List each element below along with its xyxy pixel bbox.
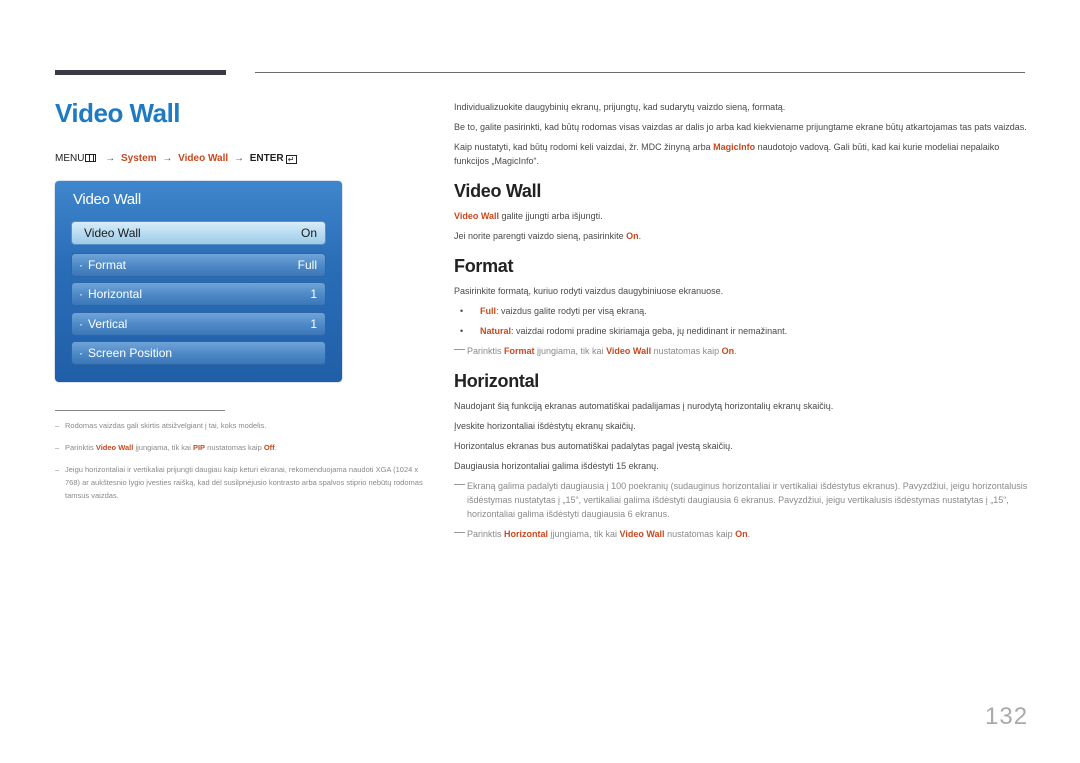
osd-item-label: Format <box>88 258 127 272</box>
osd-menu-panel: Video Wall Video Wall On · Format Full · H… <box>55 181 342 382</box>
paragraph: Jei norite parengti vaizdo sieną, pasiri… <box>454 231 642 241</box>
list-item: • Full: vaizdus galite rodyti per visą e… <box>460 306 647 316</box>
osd-title: Video Wall <box>73 191 141 208</box>
paragraph: Įveskite horizontaliai išdėstytų ekranų … <box>454 421 636 431</box>
menu-icon <box>85 154 97 162</box>
osd-item-value: On <box>300 226 317 240</box>
note: Parinktis Format įjungiama, tik kai Vide… <box>454 344 1029 358</box>
list-item: • Natural: vaizdai rodomi pradine skiria… <box>460 326 788 336</box>
header-rule-thin <box>255 72 1025 73</box>
main-content: Individualizuokite daugybinių ekranų, pr… <box>454 100 1029 547</box>
osd-item-value: 1 <box>310 317 317 331</box>
note-dash-icon <box>454 479 467 521</box>
bullet-icon: • <box>460 326 464 336</box>
section-heading-video-wall: Video Wall <box>454 181 542 201</box>
osd-item-value: Full <box>297 258 317 272</box>
arrow-icon: → <box>162 153 173 164</box>
section-heading-format: Format <box>454 256 514 276</box>
osd-item-video-wall[interactable]: Video Wall On <box>71 221 326 245</box>
osd-item-format[interactable]: · Format Full <box>71 253 326 277</box>
menu-path-system: System <box>121 153 157 164</box>
osd-item-label: Vertical <box>88 317 128 331</box>
note: Parinktis Horizontal įjungiama, tik kai … <box>454 527 1029 541</box>
page-number: 132 <box>985 703 1029 730</box>
arrow-icon: → <box>105 153 116 164</box>
footnote: – Jeigu horizontaliai ir vertikaliai pri… <box>55 465 423 500</box>
header-rule-thick <box>55 70 226 75</box>
enter-label: ENTER <box>249 153 284 164</box>
footnote-divider <box>55 410 225 411</box>
osd-item-horizontal[interactable]: · Horizontal 1 <box>71 282 326 306</box>
note-dash-icon <box>454 527 467 541</box>
intro-paragraph: Be to, galite pasirinkti, kad būtų rodom… <box>454 122 1027 132</box>
menu-path-video-wall: Video Wall <box>178 153 229 164</box>
intro-paragraph: Individualizuokite daugybinių ekranų, pr… <box>454 102 786 112</box>
paragraph: Naudojant šią funkciją ekranas automatiš… <box>454 401 834 411</box>
note-dash-icon <box>454 344 467 358</box>
footnote: – Rodomas vaizdas gali skirtis atsižvelg… <box>55 421 267 430</box>
osd-item-label: Video Wall <box>84 226 141 240</box>
bullet-icon: • <box>460 306 464 316</box>
intro-paragraph: Kaip nustatyti, kad būtų rodomi keli vai… <box>454 142 1000 166</box>
footnote: – Parinktis Video Wall įjungiama, tik ka… <box>55 443 277 452</box>
arrow-icon: → <box>233 153 244 164</box>
note: Ekraną galima padalyti daugiausia į 100 … <box>454 479 1029 521</box>
paragraph: Pasirinkite formatą, kuriuo rodyti vaizd… <box>454 286 724 296</box>
page-title: Video Wall <box>55 98 181 128</box>
osd-item-label: Horizontal <box>88 287 143 301</box>
footnotes: – Rodomas vaizdas gali skirtis atsižvelg… <box>55 419 430 511</box>
osd-item-screen-position[interactable]: · Screen Position <box>71 341 326 365</box>
enter-icon: ↵ <box>285 155 297 164</box>
menu-label: MENU <box>55 153 85 164</box>
osd-item-label: Screen Position <box>88 346 173 360</box>
menu-path: MENU → System → Video Wall → ENTER ↵ <box>55 153 297 164</box>
paragraph: Horizontalus ekranas bus automatiškai pa… <box>454 441 733 451</box>
section-heading-horizontal: Horizontal <box>454 371 539 391</box>
paragraph: Video Wall galite įjungti arba išjungti. <box>454 211 603 221</box>
osd-item-vertical[interactable]: · Vertical 1 <box>71 312 326 336</box>
osd-item-value: 1 <box>310 287 317 301</box>
paragraph: Daugiausia horizontaliai galima išdėstyt… <box>454 461 659 471</box>
